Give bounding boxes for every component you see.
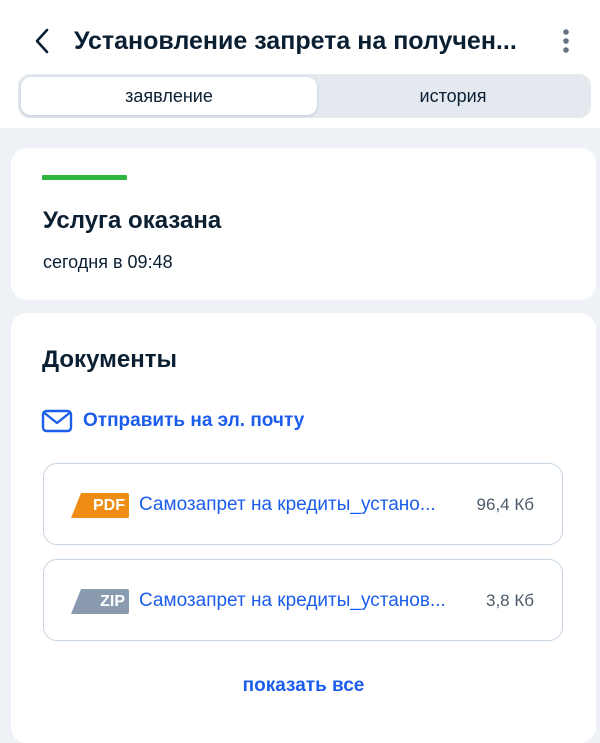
file-item-zip[interactable]: ZIP Самозапрет на кредиты_установ... 3,8…	[43, 559, 563, 641]
more-vertical-icon[interactable]	[552, 26, 580, 56]
file-size: 3,8 Кб	[486, 591, 534, 610]
tab-application[interactable]: заявление	[21, 77, 317, 115]
app-header: Установление запрета на получен...	[0, 0, 600, 72]
send-email-label: Отправить на эл. почту	[83, 410, 305, 431]
documents-card: Документы Отправить на эл. почту PDF Сам…	[11, 313, 596, 743]
tab-switcher: заявление история	[18, 74, 591, 118]
documents-title: Документы	[42, 346, 177, 373]
status-indicator	[42, 175, 127, 180]
send-email-button[interactable]: Отправить на эл. почту	[41, 407, 304, 435]
file-type-label: ZIP	[100, 593, 125, 610]
chevron-left-icon[interactable]	[30, 26, 54, 56]
file-name: Самозапрет на кредиты_устано...	[139, 494, 436, 515]
mail-icon	[41, 409, 73, 433]
file-item-pdf[interactable]: PDF Самозапрет на кредиты_устано... 96,4…	[43, 463, 563, 545]
show-all-link[interactable]: показать все	[11, 675, 596, 697]
status-timestamp: сегодня в 09:48	[43, 252, 173, 272]
file-name: Самозапрет на кредиты_установ...	[139, 590, 446, 611]
zip-file-icon: ZIP	[71, 589, 129, 614]
status-card: Услуга оказана сегодня в 09:48	[11, 148, 596, 300]
status-title: Услуга оказана	[43, 207, 222, 234]
file-size: 96,4 Кб	[476, 495, 534, 514]
tabs-bar: заявление история	[0, 72, 600, 128]
tab-history[interactable]: история	[318, 77, 588, 115]
pdf-file-icon: PDF	[71, 493, 129, 518]
page-title: Установление запрета на получен...	[74, 27, 517, 55]
file-type-label: PDF	[93, 497, 125, 514]
